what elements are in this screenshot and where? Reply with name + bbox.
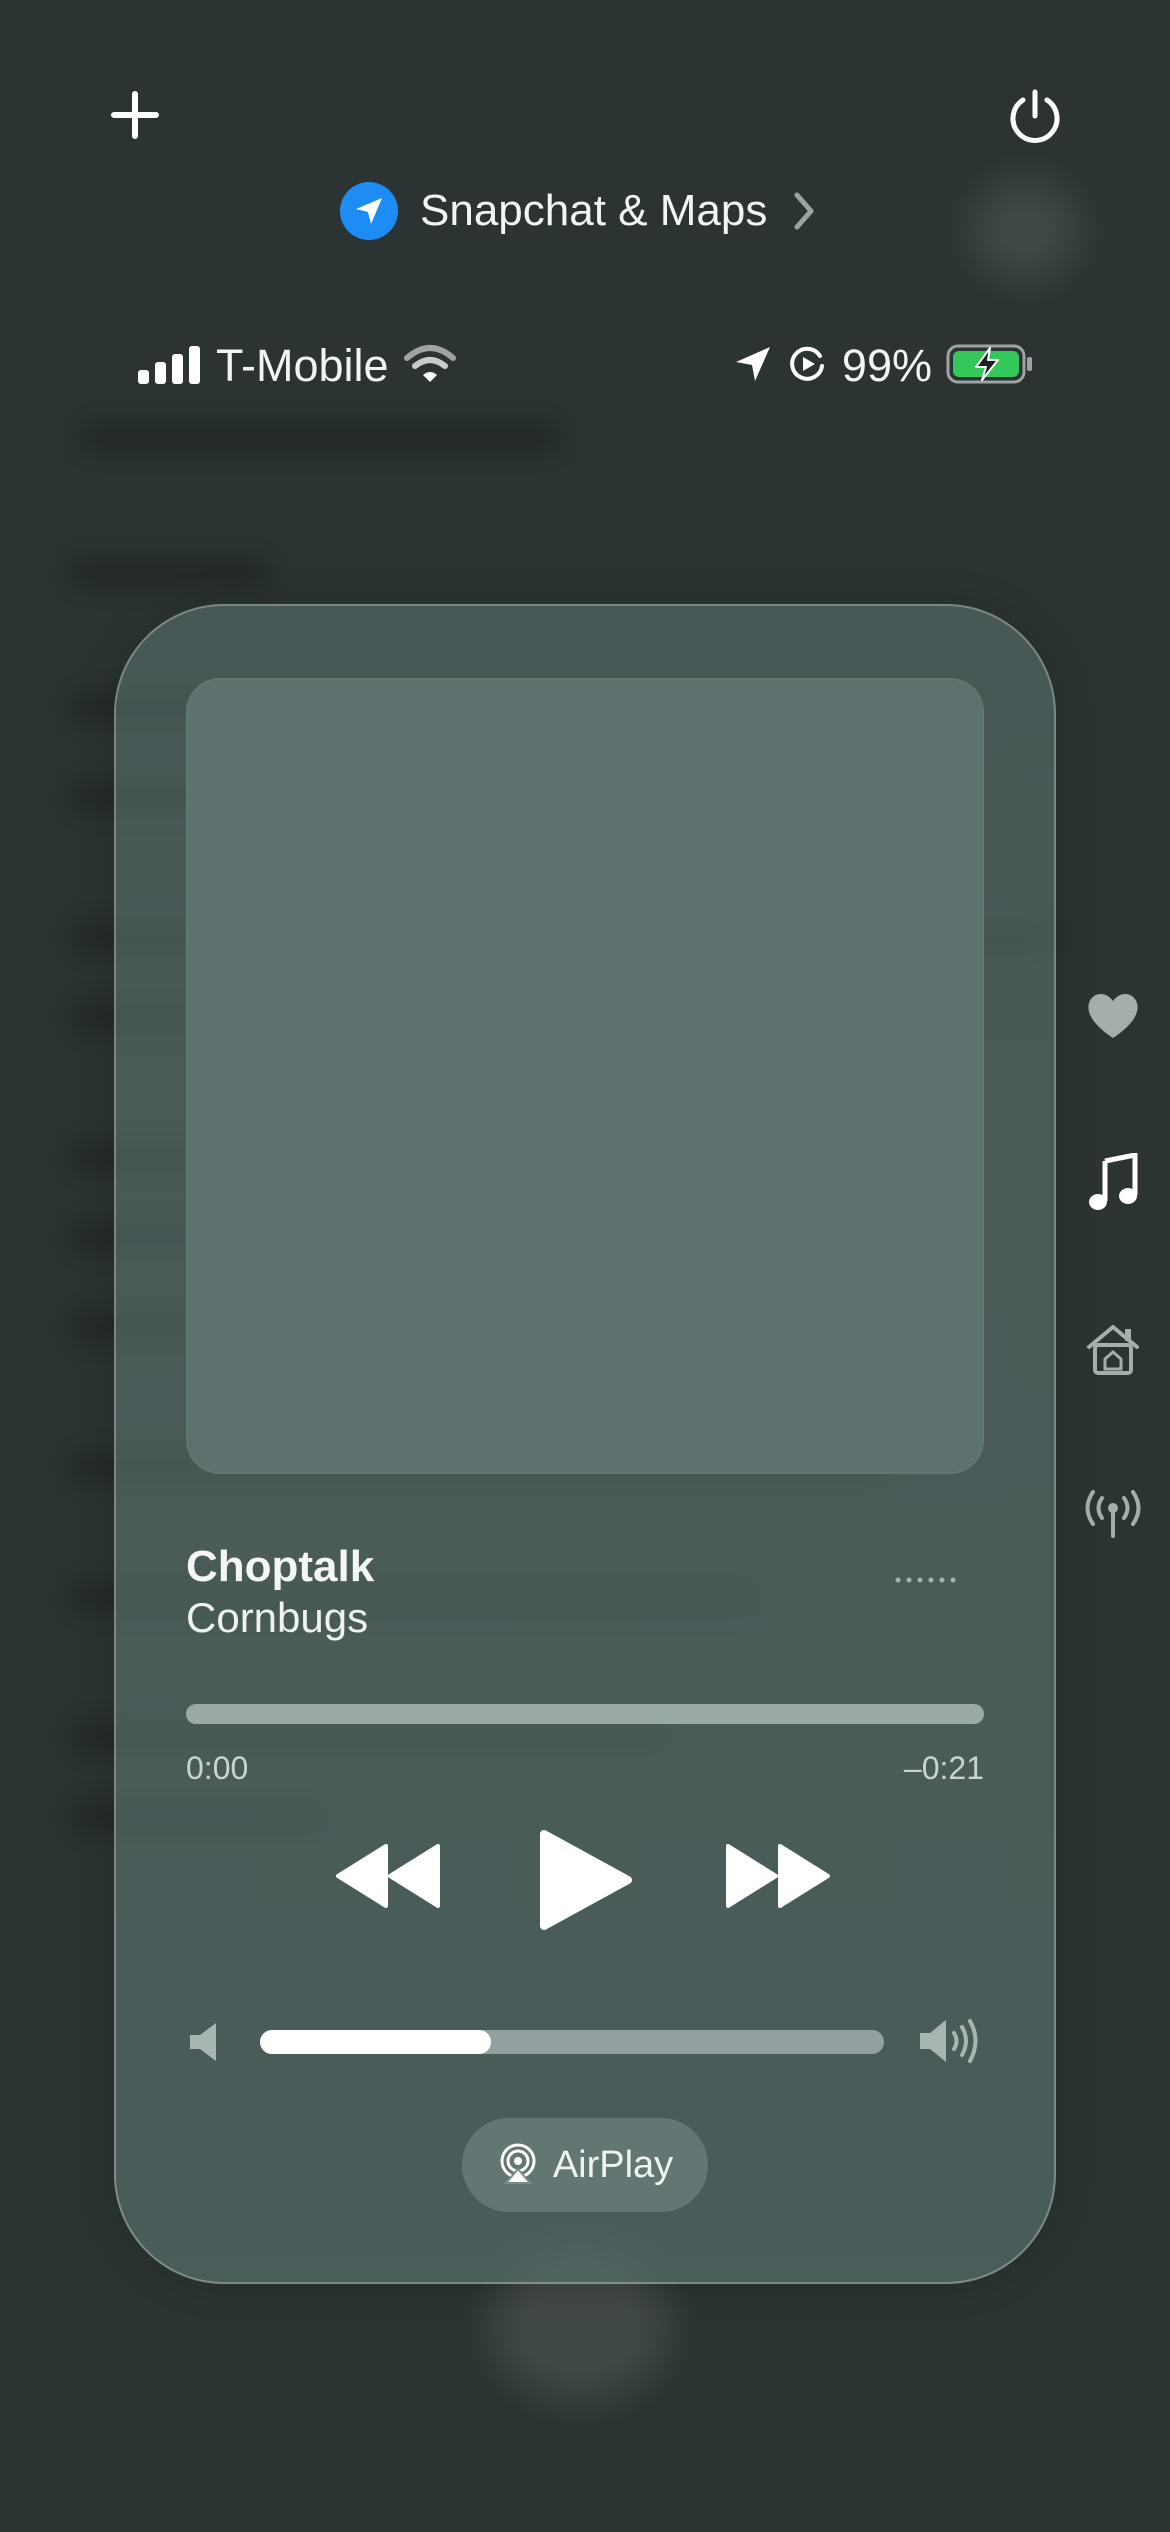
status-bar-left: T-Mobile — [138, 340, 457, 392]
more-options-icon[interactable] — [892, 1570, 962, 1590]
rewind-icon — [336, 1844, 440, 1908]
volume-high-icon — [918, 2016, 986, 2066]
cellular-signal-icon — [138, 344, 202, 389]
remaining-time: –0:21 — [903, 1750, 984, 1786]
volume-level-fill — [260, 2030, 491, 2054]
fast-forward-button[interactable] — [724, 1840, 832, 1912]
airplay-icon — [497, 2142, 539, 2189]
play-icon — [540, 1830, 632, 1930]
location-services-icon — [732, 343, 774, 390]
power-icon[interactable] — [1004, 86, 1066, 148]
home-icon[interactable] — [1080, 1316, 1146, 1382]
track-title: Choptalk — [186, 1542, 375, 1591]
heart-icon[interactable] — [1080, 982, 1146, 1048]
carrier-name: T-Mobile — [216, 340, 389, 391]
location-apps-label: Snapchat & Maps — [420, 186, 768, 235]
battery-percentage: 99% — [841, 340, 932, 391]
status-bar-right: 99% — [732, 340, 1036, 392]
music-note-icon[interactable] — [1080, 1150, 1146, 1216]
track-artist: Cornbugs — [186, 1594, 369, 1641]
rotation-lock-icon — [788, 344, 828, 389]
volume-low-icon — [186, 2020, 226, 2064]
fast-forward-icon — [726, 1844, 830, 1908]
add-icon[interactable] — [108, 88, 162, 142]
airplay-label: AirPlay — [552, 2143, 674, 2186]
battery-charging-icon — [946, 342, 1036, 391]
play-button[interactable] — [534, 1828, 634, 1932]
location-usage-indicator[interactable]: Snapchat & Maps — [340, 180, 819, 242]
wifi-icon — [403, 344, 457, 389]
airplay-button[interactable]: AirPlay — [462, 2118, 708, 2212]
now-playing-card[interactable]: Choptalk Cornbugs 0:00 –0:21 AirPlay — [114, 604, 1056, 2284]
album-artwork[interactable] — [186, 678, 984, 1474]
chevron-right-icon — [789, 189, 819, 233]
rewind-button[interactable] — [334, 1840, 442, 1912]
antenna-icon[interactable] — [1080, 1482, 1146, 1548]
location-arrow-icon — [340, 182, 398, 240]
elapsed-time: 0:00 — [186, 1750, 249, 1786]
volume-slider[interactable] — [260, 2030, 884, 2054]
playback-scrubber[interactable] — [186, 1704, 984, 1724]
